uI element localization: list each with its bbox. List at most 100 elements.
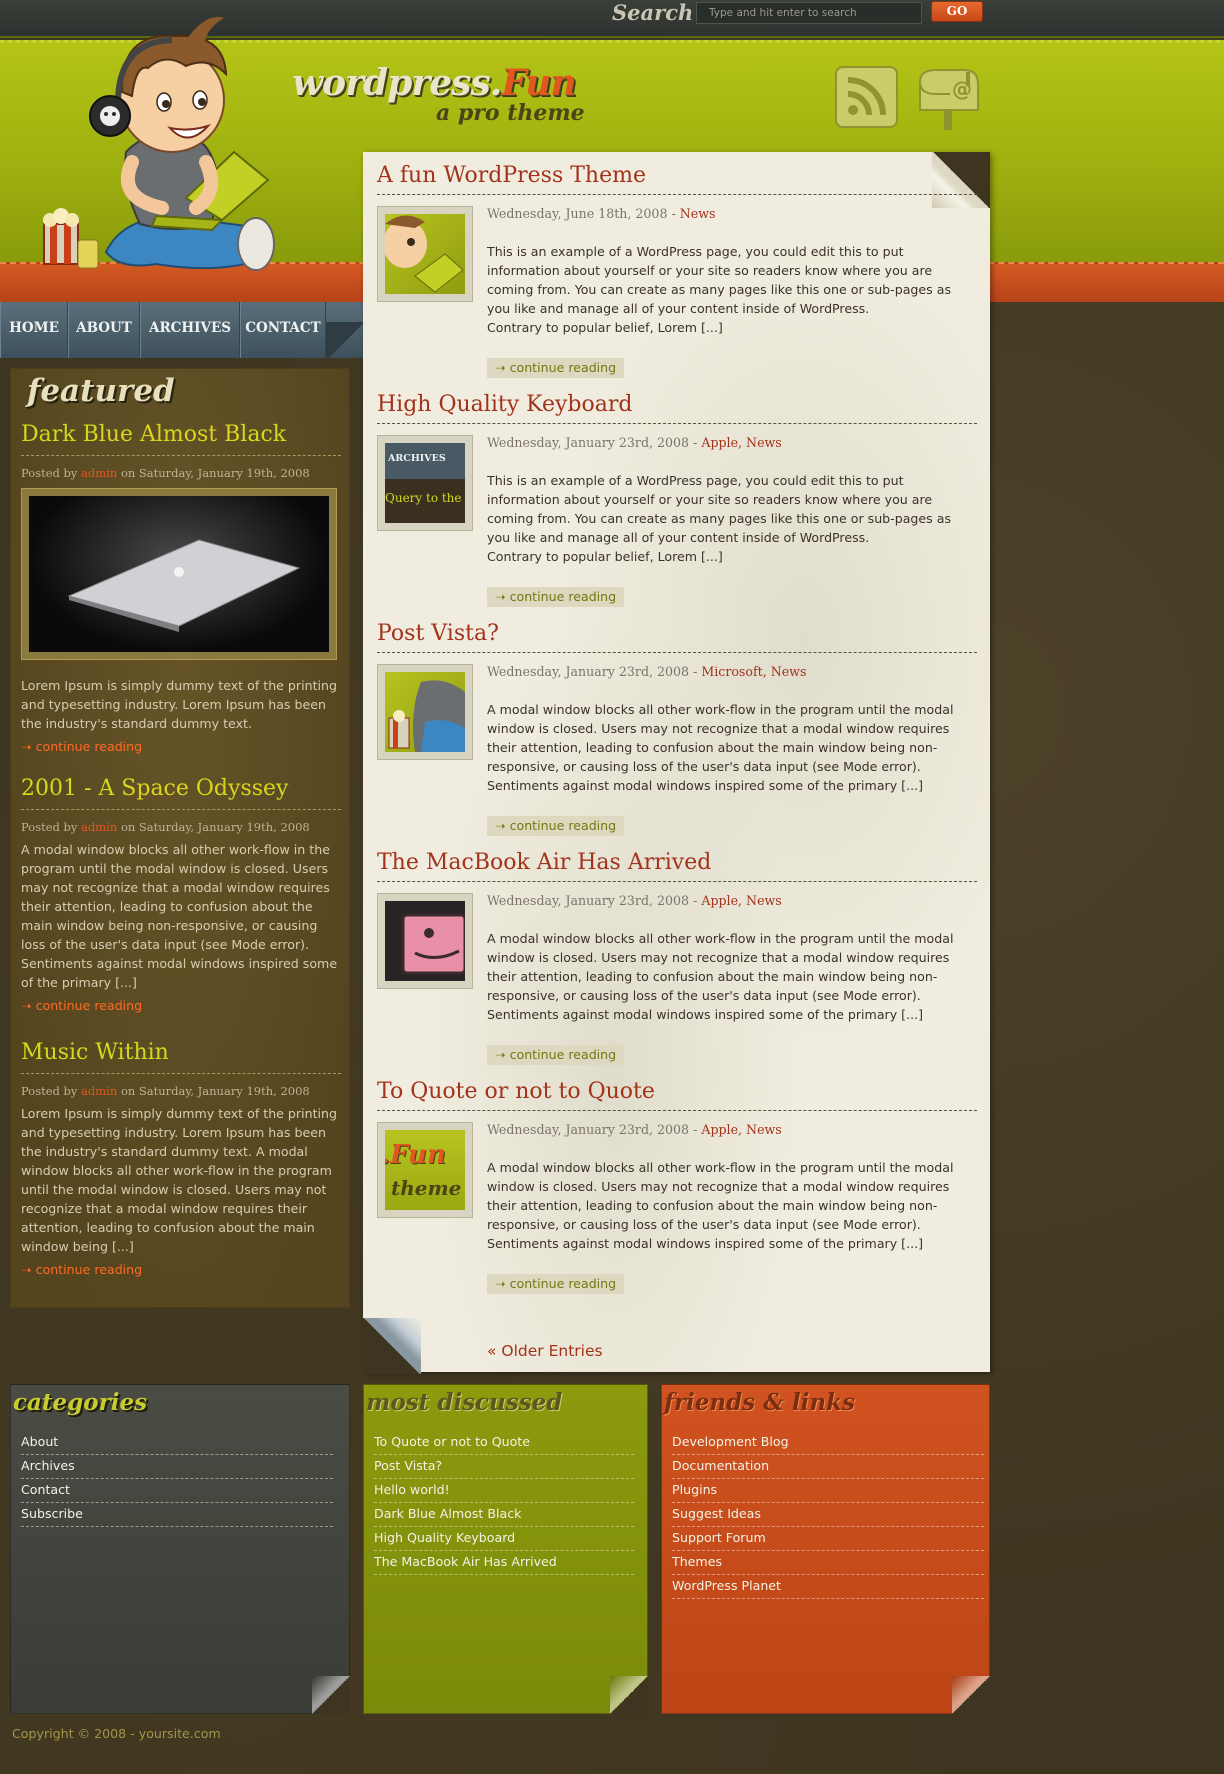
category-link[interactable]: About — [21, 1431, 333, 1455]
thumb-caption: ARCHIVES — [388, 453, 446, 464]
friend-link[interactable]: Development Blog — [672, 1431, 984, 1455]
post-title[interactable]: A fun WordPress Theme — [377, 162, 977, 195]
post-entry: To Quote or not to Quote .Fun theme Wedn… — [377, 1078, 977, 1294]
site-logo[interactable]: wordpress.Fun — [292, 62, 577, 104]
continue-reading-button[interactable]: ➝ continue reading — [487, 358, 625, 378]
friend-link[interactable]: Documentation — [672, 1455, 984, 1479]
post-categories[interactable]: Apple, News — [701, 1122, 781, 1137]
post-thumbnail[interactable] — [377, 206, 473, 302]
post-categories[interactable]: Microsoft, News — [701, 664, 806, 679]
nav-item-contact[interactable]: CONTACT — [240, 302, 326, 358]
author-link[interactable]: admin — [81, 820, 117, 834]
thumb-image — [385, 214, 465, 294]
featured-post-title[interactable]: 2001 - A Space Odyssey — [21, 775, 341, 810]
go-button[interactable]: GO — [931, 1, 983, 22]
meta-prefix: Posted by — [21, 820, 78, 834]
featured-post-image[interactable] — [21, 488, 337, 660]
author-link[interactable]: admin — [81, 1084, 117, 1098]
post-thumbnail[interactable]: .Fun theme — [377, 1122, 473, 1218]
author-link[interactable]: admin — [81, 466, 117, 480]
discussed-post-link[interactable]: Post Vista? — [374, 1455, 634, 1479]
nav-item-about[interactable]: ABOUT — [68, 302, 140, 358]
thumb-caption: Query to the N — [385, 491, 465, 505]
continue-reading-label: continue reading — [35, 1262, 143, 1277]
continue-reading-label: continue reading — [509, 589, 617, 604]
post-title[interactable]: To Quote or not to Quote — [377, 1078, 977, 1111]
post-excerpt-text-2: Contrary to popular belief, Lorem [...] — [487, 320, 723, 335]
featured-post: Dark Blue Almost Black Posted by admin o… — [21, 421, 341, 754]
discussed-post-link[interactable]: To Quote or not to Quote — [374, 1431, 634, 1455]
discussed-post-link[interactable]: High Quality Keyboard — [374, 1527, 634, 1551]
post-title[interactable]: Post Vista? — [377, 620, 977, 653]
featured-post-title[interactable]: Music Within — [21, 1039, 341, 1074]
nav-item-home[interactable]: HOME — [0, 302, 68, 358]
discussed-post-link[interactable]: The MacBook Air Has Arrived — [374, 1551, 634, 1575]
post-title[interactable]: High Quality Keyboard — [377, 391, 977, 424]
post-excerpt: A modal window blocks all other work-flo… — [487, 931, 954, 1022]
continue-reading-button[interactable]: ➝ continue reading — [487, 1045, 625, 1065]
friends-links-box: friends & links Development Blog Documen… — [661, 1384, 990, 1714]
categories-list: About Archives Contact Subscribe — [21, 1431, 333, 1527]
continue-reading-label: continue reading — [509, 1047, 617, 1062]
post-entry: A fun WordPress Theme Wednesday, June 18… — [377, 162, 977, 378]
friend-link[interactable]: Plugins — [672, 1479, 984, 1503]
friend-link[interactable]: Suggest Ideas — [672, 1503, 984, 1527]
rss-icon[interactable] — [835, 66, 898, 128]
page-curl — [952, 1676, 990, 1714]
category-link[interactable]: Archives — [21, 1455, 333, 1479]
featured-post-meta: Posted by admin on Saturday, January 19t… — [21, 466, 341, 480]
post-thumbnail[interactable]: ARCHIVES Query to the N — [377, 435, 473, 531]
continue-reading-link[interactable]: ➝ continue reading — [21, 739, 341, 754]
thumb-image — [385, 901, 465, 981]
older-entries-link[interactable]: « Older Entries — [487, 1342, 603, 1360]
friends-links-list: Development Blog Documentation Plugins S… — [672, 1431, 984, 1599]
meta-separator: - — [689, 664, 702, 679]
post-excerpt: A modal window blocks all other work-flo… — [487, 702, 954, 793]
category-link[interactable]: Subscribe — [21, 1503, 333, 1527]
post-excerpt-text: This is an example of a WordPress page, … — [487, 244, 952, 316]
post-date: Wednesday, January 23rd, 2008 — [487, 893, 690, 908]
continue-reading-label: continue reading — [509, 1276, 617, 1291]
friend-link[interactable]: Themes — [672, 1551, 984, 1575]
post-title[interactable]: The MacBook Air Has Arrived — [377, 849, 977, 882]
most-discussed-heading: most discussed — [366, 1389, 563, 1416]
post-excerpt-text: This is an example of a WordPress page, … — [487, 473, 952, 545]
thumb-caption: .Fun — [385, 1140, 446, 1170]
post-thumbnail[interactable] — [377, 664, 473, 760]
continue-reading-label: continue reading — [509, 818, 617, 833]
post-categories[interactable]: Apple, News — [701, 893, 781, 908]
friend-link[interactable]: Support Forum — [672, 1527, 984, 1551]
page-curl — [610, 1676, 648, 1714]
friends-links-heading: friends & links — [664, 1389, 855, 1416]
post-meta: Wednesday, January 23rd, 2008 - Apple, N… — [487, 435, 782, 450]
continue-reading-button[interactable]: ➝ continue reading — [487, 1274, 625, 1294]
post-excerpt: A modal window blocks all other work-flo… — [487, 1160, 954, 1251]
continue-reading-link[interactable]: ➝ continue reading — [21, 998, 341, 1013]
post-meta: Wednesday, January 23rd, 2008 - Apple, N… — [487, 1122, 782, 1137]
search-label: Search — [612, 0, 694, 25]
mailbox-icon[interactable]: @ — [914, 66, 984, 132]
nav-item-archives[interactable]: ARCHIVES — [140, 302, 240, 358]
category-link[interactable]: Contact — [21, 1479, 333, 1503]
friend-link[interactable]: WordPress Planet — [672, 1575, 984, 1599]
post-categories[interactable]: Apple, News — [701, 435, 781, 450]
most-discussed-list: To Quote or not to Quote Post Vista? Hel… — [374, 1431, 634, 1575]
continue-reading-link[interactable]: ➝ continue reading — [21, 1262, 341, 1277]
post-date: Wednesday, January 23rd, 2008 — [487, 435, 690, 450]
discussed-post-link[interactable]: Hello world! — [374, 1479, 634, 1503]
featured-post-excerpt: Lorem Ipsum is simply dummy text of the … — [21, 678, 337, 731]
meta-date: on Saturday, January 19th, 2008 — [120, 466, 310, 480]
featured-post-meta: Posted by admin on Saturday, January 19t… — [21, 820, 341, 834]
post-meta: Wednesday, June 18th, 2008 - News — [487, 206, 715, 221]
continue-reading-button[interactable]: ➝ continue reading — [487, 587, 625, 607]
continue-reading-button[interactable]: ➝ continue reading — [487, 816, 625, 836]
post-date: Wednesday, January 23rd, 2008 — [487, 1122, 690, 1137]
laptop-photo — [29, 496, 329, 652]
featured-post-excerpt: A modal window blocks all other work-flo… — [21, 842, 338, 990]
featured-post-title[interactable]: Dark Blue Almost Black — [21, 421, 341, 456]
discussed-post-link[interactable]: Dark Blue Almost Black — [374, 1503, 634, 1527]
post-thumbnail[interactable] — [377, 893, 473, 989]
post-categories[interactable]: News — [680, 206, 716, 221]
continue-reading-label: continue reading — [35, 739, 143, 754]
search-input[interactable] — [696, 2, 922, 24]
